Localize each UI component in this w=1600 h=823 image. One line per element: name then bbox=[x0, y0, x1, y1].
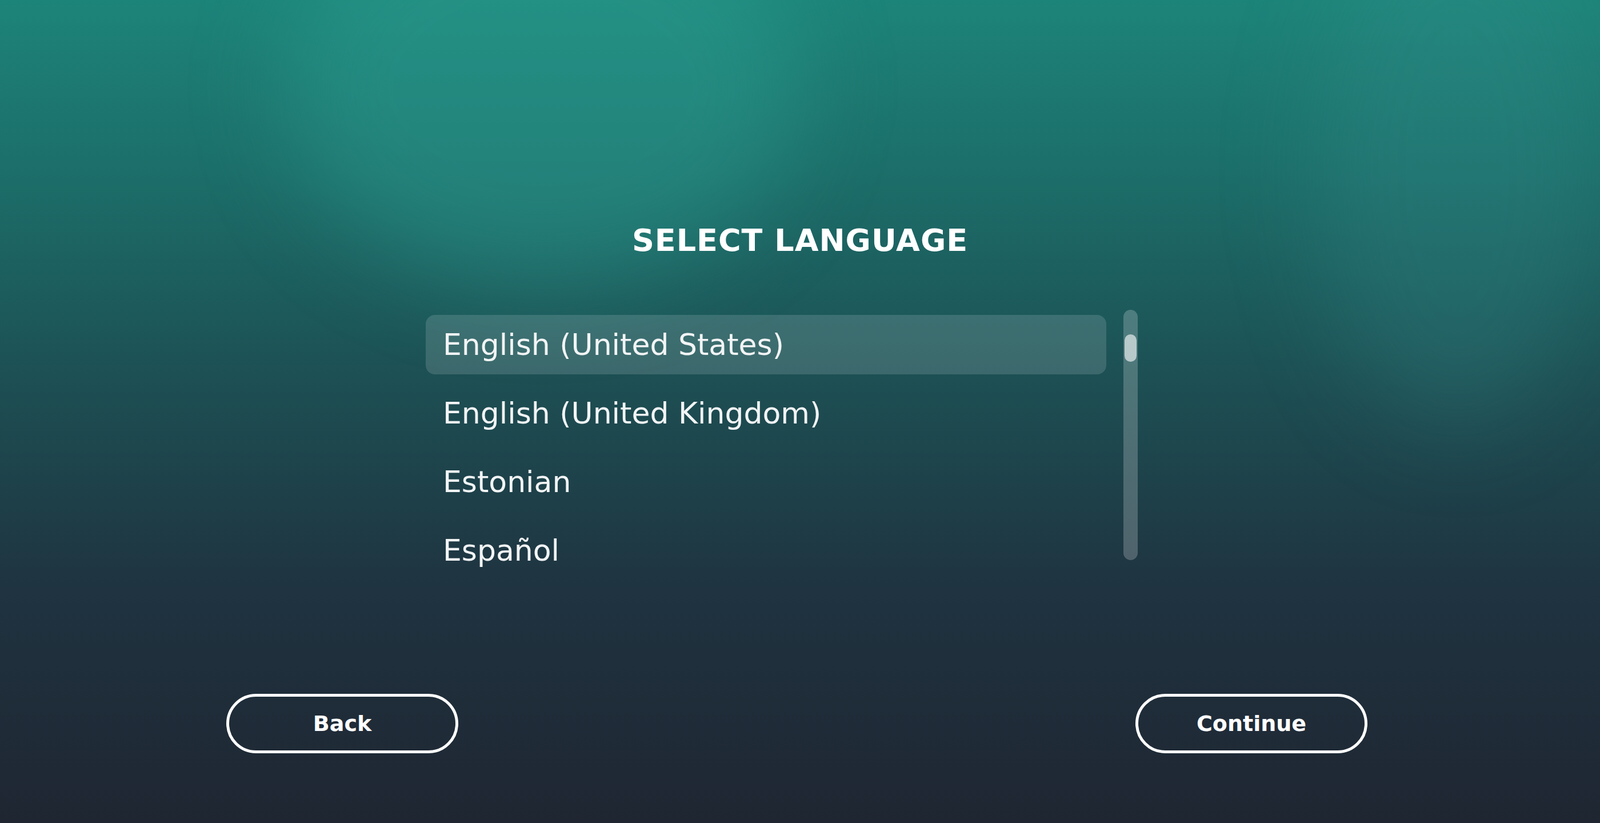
nav-button[interactable]: Continue bbox=[1135, 693, 1368, 754]
language-list: English (United States) English (United K… bbox=[425, 309, 1107, 580]
language-screen: SELECT LANGUAGEEnglish (United States)En… bbox=[0, 0, 1600, 823]
scrollbar[interactable] bbox=[1123, 309, 1138, 560]
scrollbar-thumb[interactable] bbox=[1124, 334, 1137, 362]
language-item[interactable]: Español bbox=[425, 520, 1107, 580]
screen-title: SELECT LANGUAGE bbox=[0, 221, 1600, 260]
language-item[interactable]: English (United States) bbox=[425, 314, 1107, 375]
language-list-area: English (United States) English (United K… bbox=[425, 309, 1600, 580]
nav-button[interactable]: Back bbox=[226, 693, 459, 754]
language-item[interactable]: English (United Kingdom) bbox=[425, 383, 1107, 443]
button-bar: Back Continue bbox=[0, 693, 1600, 823]
language-item[interactable]: Estonian bbox=[425, 452, 1107, 512]
light-ray bbox=[1314, 0, 1600, 429]
